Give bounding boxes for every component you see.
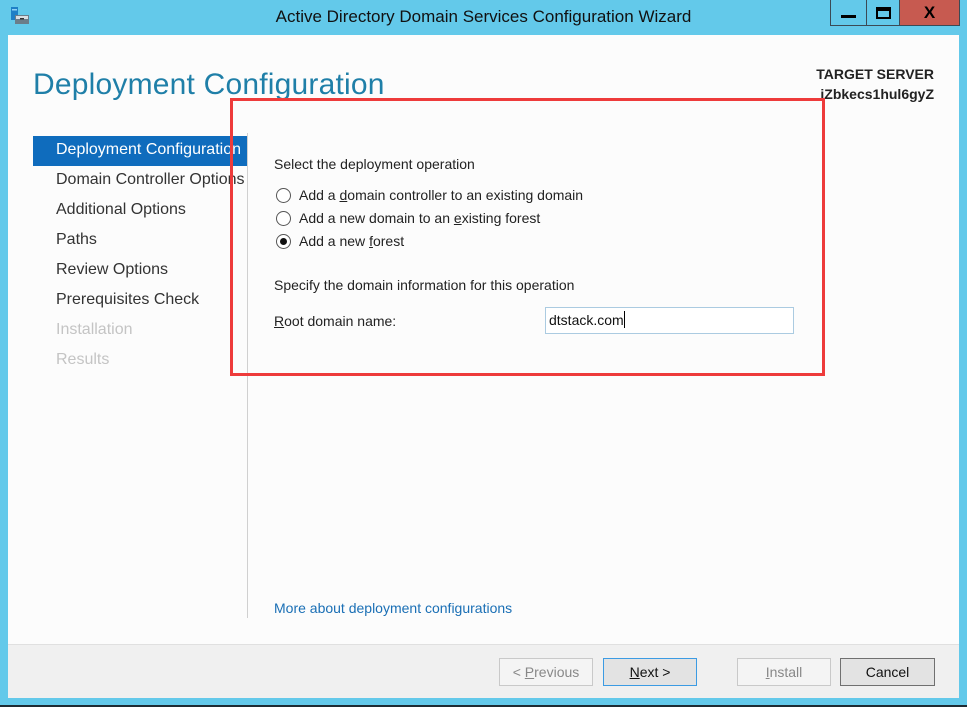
root-domain-label: Root domain name: — [274, 313, 397, 329]
previous-button[interactable]: < Previous — [499, 658, 593, 686]
minimize-button[interactable] — [831, 0, 867, 25]
radio-add-new-forest[interactable]: Add a new forest — [276, 233, 404, 249]
minimize-icon — [841, 15, 856, 18]
nav-item-deployment-configuration[interactable]: Deployment Configuration — [33, 136, 248, 166]
operation-heading: Select the deployment operation — [274, 156, 475, 172]
root-domain-name-input[interactable]: dtstack.com — [545, 307, 794, 334]
nav-item-review-options[interactable]: Review Options — [33, 256, 248, 286]
nav-item-prerequisites-check[interactable]: Prerequisites Check — [33, 286, 248, 316]
radio-button-selected[interactable] — [276, 233, 291, 249]
title-bar[interactable]: Active Directory Domain Services Configu… — [0, 0, 967, 35]
wizard-window: Active Directory Domain Services Configu… — [0, 0, 967, 705]
close-icon: X — [923, 2, 936, 22]
radio-label: Add a new forest — [299, 233, 405, 249]
close-button[interactable]: X — [900, 0, 959, 25]
nav-divider — [247, 133, 248, 618]
more-about-deployment-link[interactable]: More about deployment configurations — [274, 600, 512, 616]
domain-info-heading: Specify the domain information for this … — [274, 277, 575, 293]
wizard-client-area: Deployment Configuration TARGET SERVER i… — [8, 35, 959, 698]
radio-label: Add a domain controller to an existing d… — [299, 187, 584, 203]
maximize-button[interactable] — [867, 0, 900, 25]
install-button[interactable]: Install — [737, 658, 831, 686]
nav-item-additional-options[interactable]: Additional Options — [33, 196, 248, 226]
text-caret — [623, 311, 625, 328]
target-server-label: TARGET SERVER — [816, 66, 934, 82]
radio-add-domain-controller[interactable]: Add a domain controller to an existing d… — [276, 187, 583, 203]
nav-item-installation: Installation — [56, 321, 133, 338]
window-controls: X — [830, 0, 960, 26]
nav-item-results: Results — [56, 351, 110, 368]
next-button[interactable]: Next > — [603, 658, 697, 686]
radio-button[interactable] — [276, 210, 291, 226]
nav-item-paths[interactable]: Paths — [33, 226, 248, 256]
radio-button[interactable] — [276, 187, 291, 203]
window-title: Active Directory Domain Services Configu… — [275, 7, 692, 26]
page-title: Deployment Configuration — [33, 68, 385, 101]
cancel-button[interactable]: Cancel — [840, 658, 935, 686]
wizard-footer: < Previous Next > Install Cancel — [8, 644, 959, 698]
radio-label: Add a new domain to an existing forest — [299, 210, 541, 226]
wizard-step-nav: Deployment Configuration Domain Controll… — [33, 136, 248, 376]
radio-add-new-domain[interactable]: Add a new domain to an existing forest — [276, 210, 540, 226]
nav-item-domain-controller-options[interactable]: Domain Controller Options — [33, 166, 248, 196]
target-server-name: iZbkecs1hul6gyZ — [820, 86, 934, 102]
maximize-icon — [875, 6, 891, 19]
